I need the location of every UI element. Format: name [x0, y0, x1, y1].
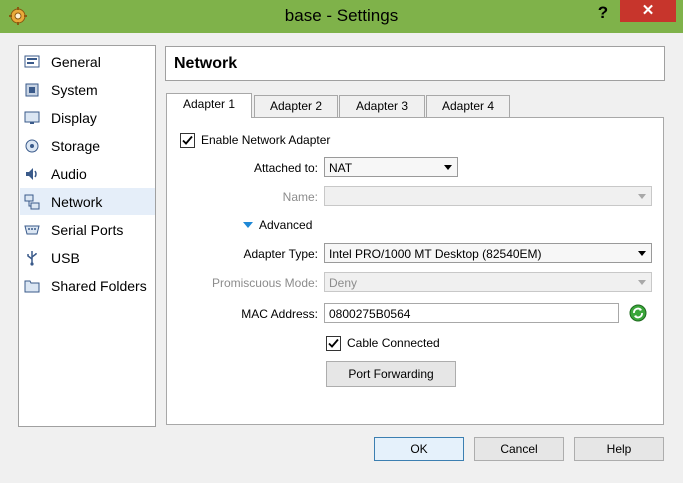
storage-icon [23, 137, 41, 155]
name-select[interactable] [324, 186, 652, 206]
sidebar-item-label: USB [51, 249, 80, 266]
ok-button[interactable]: OK [374, 437, 464, 461]
sidebar-item-label: Audio [51, 165, 87, 182]
chevron-down-icon [638, 280, 646, 285]
sidebar-item-label: System [51, 81, 98, 98]
sidebar-item-storage[interactable]: Storage [20, 132, 155, 159]
enable-adapter-checkbox[interactable] [180, 133, 195, 148]
settings-window: base - Settings ? ✕ General System Displ… [0, 0, 683, 483]
display-icon [23, 109, 41, 127]
sidebar-item-shared-folders[interactable]: Shared Folders [20, 272, 155, 299]
attached-to-label: Attached to: [253, 161, 318, 175]
checkmark-icon [182, 135, 193, 145]
system-icon [23, 81, 41, 99]
help-icon[interactable]: ? [592, 2, 614, 24]
mac-address-value: 0800275B0564 [329, 307, 411, 321]
attached-to-select[interactable]: NAT [324, 157, 458, 177]
close-button[interactable]: ✕ [620, 0, 676, 22]
dialog-body: General System Display Storage Audio Net… [8, 33, 675, 475]
audio-icon [23, 165, 41, 183]
sidebar-item-usb[interactable]: USB [20, 244, 155, 271]
attached-to-value: NAT [329, 161, 353, 175]
mac-address-input[interactable]: 0800275B0564 [324, 303, 619, 323]
sidebar-item-system[interactable]: System [20, 76, 155, 103]
cable-connected-checkbox[interactable] [326, 336, 341, 351]
name-label: Name: [282, 190, 318, 204]
chevron-down-icon [444, 165, 452, 170]
adapter-type-select[interactable]: Intel PRO/1000 MT Desktop (82540EM) [324, 243, 652, 263]
adapter-panel: Enable Network Adapter Attached to: NAT … [166, 117, 664, 425]
sidebar-item-audio[interactable]: Audio [20, 160, 155, 187]
sidebar-item-serial-ports[interactable]: Serial Ports [20, 216, 155, 243]
sidebar-item-network[interactable]: Network [20, 188, 155, 215]
promiscuous-mode-label: Promiscuous Mode: [211, 276, 318, 290]
cancel-button[interactable]: Cancel [474, 437, 564, 461]
shared-folders-icon [23, 277, 41, 295]
enable-adapter-label: Enable Network Adapter [201, 133, 331, 147]
network-icon [23, 193, 41, 211]
checkmark-icon [328, 338, 339, 348]
sidebar-item-general[interactable]: General [20, 48, 155, 75]
chevron-down-icon [638, 194, 646, 199]
window-title: base - Settings [284, 6, 399, 25]
sidebar-item-label: Serial Ports [51, 221, 124, 238]
title-bar[interactable]: base - Settings ? ✕ [0, 0, 683, 33]
adapter-type-value: Intel PRO/1000 MT Desktop (82540EM) [329, 247, 542, 261]
adapter-type-label: Adapter Type: [243, 247, 319, 261]
expand-triangle-icon[interactable] [243, 222, 253, 228]
promiscuous-mode-select[interactable]: Deny [324, 272, 652, 292]
tab-adapter-3[interactable]: Adapter 3 [339, 95, 425, 117]
settings-sidebar: General System Display Storage Audio Net… [18, 45, 156, 427]
help-button[interactable]: Help [574, 437, 664, 461]
cable-connected-label: Cable Connected [347, 336, 440, 350]
sidebar-item-label: Storage [51, 137, 101, 154]
sidebar-item-display[interactable]: Display [20, 104, 155, 131]
general-icon [23, 53, 41, 71]
serial-ports-icon [23, 221, 41, 239]
sidebar-item-label: Network [51, 193, 103, 210]
advanced-toggle[interactable]: Advanced [259, 218, 312, 232]
refresh-icon[interactable] [629, 304, 647, 322]
page-header: Network [165, 46, 665, 81]
promiscuous-mode-value: Deny [329, 276, 358, 290]
page-title: Network [174, 55, 238, 72]
sidebar-item-label: Shared Folders [51, 277, 147, 294]
chevron-down-icon [638, 251, 646, 256]
mac-address-label: MAC Address: [241, 307, 318, 321]
tab-adapter-2[interactable]: Adapter 2 [254, 95, 338, 117]
tab-adapter-4[interactable]: Adapter 4 [426, 95, 510, 117]
port-forwarding-button[interactable]: Port Forwarding [326, 361, 456, 387]
sidebar-item-label: General [51, 53, 101, 70]
tab-adapter-1[interactable]: Adapter 1 [166, 93, 252, 118]
sidebar-item-label: Display [51, 109, 97, 126]
usb-icon [23, 249, 41, 267]
